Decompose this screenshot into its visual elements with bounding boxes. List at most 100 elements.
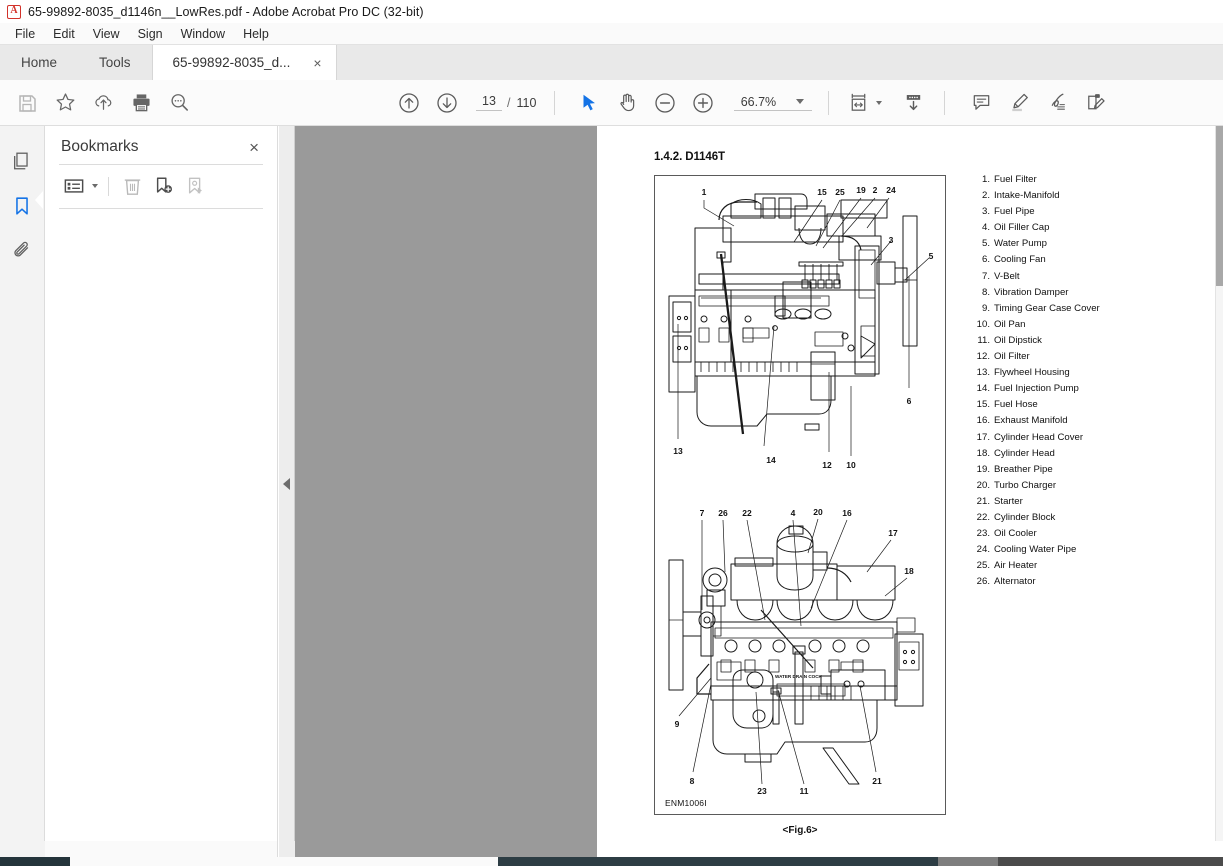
callout-15: 15 [817,187,827,197]
part-number: 16. [976,415,990,427]
document-canvas[interactable]: 1.4.2. D1146T 1 15 25 19 2 24 3 5 6 13 1… [295,126,1215,841]
toolbar-divider-1 [554,90,556,115]
collapse-panel-button[interactable] [279,126,295,841]
part-legend-item: 17. Cylinder Head Cover [971,430,1181,446]
tab-tools[interactable]: Tools [78,45,152,80]
part-legend-item: 19. Breather Pipe [971,462,1181,478]
part-name: Cylinder Head [994,447,1055,459]
delete-bookmark-icon[interactable] [117,173,147,199]
toolbar-divider-3 [944,90,946,115]
fit-width-chevron-down-icon[interactable] [876,100,883,105]
collapse-left-arrow-icon [283,477,290,490]
part-legend-item: 5. Water Pump [971,236,1181,252]
tab-home[interactable]: Home [0,45,79,80]
callout-16: 16 [842,508,852,518]
part-name: Exhaust Manifold [994,415,1068,427]
part-number: 3. [981,206,990,218]
main-toolbar: 13 / 110 66.7% [0,80,1223,126]
print-icon[interactable] [122,84,160,122]
figure-caption: <Fig.6> [782,825,818,836]
menu-help[interactable]: Help [234,25,278,43]
minus-circle-icon[interactable] [646,84,684,122]
part-number: 2. [981,190,990,202]
scroll-page-down-icon[interactable] [894,84,932,122]
search-icon[interactable] [160,84,198,122]
plus-circle-icon[interactable] [684,84,722,122]
attachments-icon[interactable] [2,228,42,273]
cursor-arrow-icon[interactable] [570,84,608,122]
sign-icon[interactable] [1038,84,1076,122]
tab-document[interactable]: 65-99892-8035_d... × [151,45,337,80]
callout-14: 14 [766,455,776,465]
horizontal-scrollbar-thumb[interactable] [938,857,998,866]
callout-12: 12 [822,460,832,470]
part-number: 1. [981,174,990,185]
arrow-down-circle-icon[interactable] [428,84,466,122]
section-heading: 1.4.2. D1146T [654,151,725,163]
page-number-input[interactable]: 13 [476,94,502,111]
menu-file[interactable]: File [6,25,44,43]
menu-sign[interactable]: Sign [129,25,172,43]
bookmark-options-icon[interactable] [59,173,89,199]
bookmark-properties-icon[interactable] [181,173,211,199]
part-legend-item: 4. Oil Filler Cap [971,220,1181,236]
toolbar-annotation-group [962,84,1114,122]
menu-window[interactable]: Window [172,25,234,43]
zoom-control[interactable]: 66.7% [734,94,813,111]
hand-icon[interactable] [608,84,646,122]
callout-17: 17 [888,528,898,538]
part-name: Flywheel Housing [994,367,1070,379]
part-number: 6. [981,254,990,266]
hscroll-track-light [70,857,498,866]
bookmark-options-chevron-down-icon[interactable] [92,184,98,188]
star-icon[interactable] [46,84,84,122]
callout-9: 9 [675,719,680,729]
fit-page-width-icon[interactable] [842,84,874,122]
close-tab-icon[interactable]: × [313,56,321,70]
close-icon[interactable]: × [247,139,261,156]
comment-icon[interactable] [962,84,1000,122]
callout-25: 25 [835,187,845,197]
toolbar-fit-group [842,84,932,122]
hscroll-segment-left [0,857,70,866]
arrow-up-circle-icon[interactable] [390,84,428,122]
engine-diagram-bottom: WATER DRAIN COCK 7 26 22 4 20 16 17 18 9… [668,507,924,796]
bookmarks-toolbar-divider [108,176,109,196]
part-number: 11. [977,334,990,346]
bottom-panel-filler [45,841,278,857]
title-bar: 65-99892-8035_d1146n__LowRes.pdf - Adobe… [0,0,1223,23]
part-number: 10. [976,318,990,330]
part-name: Air Heater [994,560,1038,572]
part-name: Cooling Water Pipe [994,544,1077,556]
callout-19: 19 [856,185,866,195]
menu-view[interactable]: View [84,25,129,43]
page-thumbnails-icon[interactable] [2,138,42,183]
parts-legend-list: 1. Fuel Filter 2. Intake-Manifold 3. Fuel Pip… [971,172,1181,590]
horizontal-scrollbar[interactable] [0,857,1223,866]
vertical-scrollbar-thumb[interactable] [1216,126,1223,286]
navigation-rail [0,126,45,841]
part-number: 15. [976,399,990,411]
vertical-scrollbar[interactable] [1215,126,1223,841]
new-bookmark-icon[interactable] [149,173,179,199]
part-legend-item: 14. Fuel Injection Pump [971,381,1181,397]
zoom-level-value: 66.7% [740,94,777,109]
bookmarks-icon[interactable] [2,183,43,228]
toolbar-left-group [8,84,198,122]
bookmarks-panel-title: Bookmarks [61,138,139,155]
bookmarks-list[interactable] [45,209,277,809]
edit-pdf-icon[interactable] [1076,84,1114,122]
callout-26: 26 [718,508,728,518]
callout-8: 8 [690,776,695,786]
bottom-handle-filler [279,841,295,857]
part-legend-item: 3. Fuel Pipe [971,204,1181,220]
save-file-icon[interactable] [8,84,46,122]
menu-edit[interactable]: Edit [44,25,84,43]
page-navigation: 13 / 110 [476,94,536,111]
part-name: Water Pump [994,238,1047,250]
part-number: 23. [976,528,990,540]
part-legend-item: 24. Cooling Water Pipe [971,542,1181,558]
highlight-pen-icon[interactable] [1000,84,1038,122]
upload-cloud-icon[interactable] [84,84,122,122]
chevron-down-icon[interactable] [796,99,805,104]
